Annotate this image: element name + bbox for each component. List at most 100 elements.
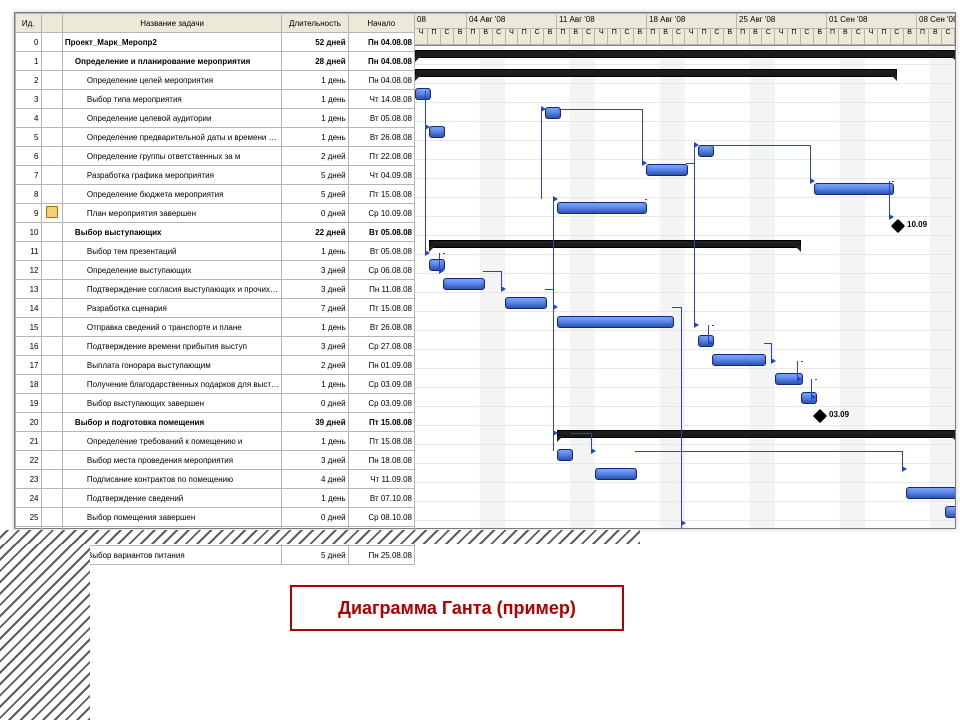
- gantt-summary-bar[interactable]: [415, 50, 955, 58]
- timeline-row[interactable]: [415, 502, 955, 521]
- table-row[interactable]: 22Выбор места проведения мероприятия3 дн…: [16, 451, 415, 470]
- gantt-milestone[interactable]: [813, 409, 827, 423]
- task-name: Подтверждение сведений: [62, 489, 281, 508]
- gantt-task-bar[interactable]: [712, 354, 766, 366]
- table-row[interactable]: 3Выбор типа мероприятия1 деньЧт 14.08.08: [16, 90, 415, 109]
- table-row[interactable]: 18Получение благодарственных подарков дл…: [16, 375, 415, 394]
- table-row[interactable]: 14Разработка сценария7 днейПт 15.08.08: [16, 299, 415, 318]
- table-row[interactable]: 7Разработка графика мероприятия5 днейЧт …: [16, 166, 415, 185]
- table-row[interactable]: 0Проект_Марк_Меропр252 днейПн 04.08.08: [16, 33, 415, 52]
- gantt-milestone[interactable]: [891, 219, 905, 233]
- task-start: Вт 26.08.08: [348, 128, 414, 147]
- gantt-task-bar[interactable]: [646, 164, 688, 176]
- timeline-body[interactable]: 10.09 03.09: [415, 46, 955, 528]
- timeline-day: П: [518, 29, 531, 45]
- table-row[interactable]: 19Выбор выступающих завершен0 днейСр 03.…: [16, 394, 415, 413]
- gantt-task-bar[interactable]: [945, 506, 955, 518]
- gantt-task-bar[interactable]: [814, 183, 894, 195]
- table-row[interactable]: 23Подписание контрактов по помещению4 дн…: [16, 470, 415, 489]
- table-row[interactable]: 1Определение и планирование мероприятия2…: [16, 52, 415, 71]
- gantt-task-bar[interactable]: [443, 278, 485, 290]
- timeline-row[interactable]: 03.09: [415, 407, 955, 426]
- col-indicator[interactable]: [41, 14, 62, 33]
- timeline-day: П: [737, 29, 750, 45]
- dependency-link: [889, 181, 890, 217]
- table-row[interactable]: 11Выбор тем презентаций1 деньВт 05.08.08: [16, 242, 415, 261]
- task-start: Ср 10.09.08: [348, 204, 414, 223]
- table-row[interactable]: 10Выбор выступающих22 днейВт 05.08.08: [16, 223, 415, 242]
- timeline-row[interactable]: [415, 141, 955, 160]
- timeline-row[interactable]: [415, 483, 955, 502]
- timeline-row[interactable]: 10.09: [415, 217, 955, 236]
- timeline-row[interactable]: [415, 65, 955, 84]
- gantt-summary-bar[interactable]: [415, 69, 897, 77]
- table-row[interactable]: 24Подтверждение сведений1 деньВт 07.10.0…: [16, 489, 415, 508]
- timeline-row[interactable]: [415, 388, 955, 407]
- gantt-task-bar[interactable]: [595, 468, 637, 480]
- timeline-row[interactable]: [415, 103, 955, 122]
- table-row[interactable]: 4Определение целевой аудитории1 деньВт 0…: [16, 109, 415, 128]
- timeline-day: П: [557, 29, 570, 45]
- timeline-row[interactable]: [415, 312, 955, 331]
- task-start: Пн 04.08.08: [348, 71, 414, 90]
- table-row[interactable]: 2Определение целей мероприятия1 деньПн 0…: [16, 71, 415, 90]
- col-name[interactable]: Название задачи: [62, 14, 281, 33]
- table-row[interactable]: 15Отправка сведений о транспорте и плане…: [16, 318, 415, 337]
- table-row[interactable]: 20Выбор и подготовка помещения39 днейПт …: [16, 413, 415, 432]
- table-row[interactable]: 17Выплата гонорара выступающим2 днейПн 0…: [16, 356, 415, 375]
- timeline-row[interactable]: [415, 236, 955, 255]
- table-row[interactable]: 16Подтверждение времени прибытия выступ3…: [16, 337, 415, 356]
- timeline-row[interactable]: [415, 160, 955, 179]
- table-row[interactable]: 9План мероприятия завершен0 днейСр 10.09…: [16, 204, 415, 223]
- timeline-row[interactable]: [415, 464, 955, 483]
- gantt-task-bar[interactable]: [505, 297, 547, 309]
- table-row[interactable]: 12Определение выступающих3 днейСр 06.08.…: [16, 261, 415, 280]
- timeline-row[interactable]: [415, 293, 955, 312]
- gantt-task-bar[interactable]: [698, 145, 714, 157]
- timeline-row[interactable]: [415, 198, 955, 217]
- gantt-task-bar[interactable]: [415, 88, 431, 100]
- timeline-day: С: [531, 29, 544, 45]
- task-header-row: Ид. Название задачи Длительность Начало: [16, 14, 415, 33]
- col-duration[interactable]: Длительность: [282, 14, 348, 33]
- gantt-summary-bar[interactable]: [557, 430, 955, 438]
- task-id: 19: [16, 394, 42, 413]
- timeline-day: С: [621, 29, 634, 45]
- timeline-day: С: [441, 29, 454, 45]
- table-row[interactable]: 8Определение бюджета мероприятия5 днейПт…: [16, 185, 415, 204]
- timeline-day: П: [647, 29, 660, 45]
- timeline-day: В: [814, 29, 827, 45]
- gantt-window: Ид. Название задачи Длительность Начало …: [14, 12, 956, 529]
- timeline-row[interactable]: [415, 426, 955, 445]
- timeline-row[interactable]: [415, 331, 955, 350]
- timeline-row[interactable]: [415, 84, 955, 103]
- timeline-row[interactable]: [415, 445, 955, 464]
- task-id: 10: [16, 223, 42, 242]
- timeline-day: В: [454, 29, 467, 45]
- table-row[interactable]: 5Определение предварительной даты и врем…: [16, 128, 415, 147]
- gantt-task-bar[interactable]: [557, 316, 674, 328]
- gantt-pane[interactable]: 0804 Авг '0811 Авг '0818 Авг '0825 Авг '…: [415, 13, 955, 528]
- col-id[interactable]: Ид.: [16, 14, 42, 33]
- gantt-task-bar[interactable]: [906, 487, 955, 499]
- col-start[interactable]: Начало: [348, 14, 414, 33]
- table-row[interactable]: 25Выбор помещения завершен0 днейСр 08.10…: [16, 508, 415, 527]
- task-duration: 3 дней: [282, 280, 348, 299]
- task-duration: 1 день: [282, 318, 348, 337]
- caption-box: Диаграмма Ганта (пример): [290, 585, 624, 631]
- timeline-row[interactable]: [415, 369, 955, 388]
- gantt-summary-bar[interactable]: [429, 240, 801, 248]
- task-name: Получение благодарственных подарков для …: [62, 375, 281, 394]
- timeline-row[interactable]: [415, 350, 955, 369]
- timeline-row[interactable]: [415, 274, 955, 293]
- timeline-row[interactable]: [415, 46, 955, 65]
- table-row[interactable]: 21Определение требований к помещению и1 …: [16, 432, 415, 451]
- timeline-row[interactable]: [415, 122, 955, 141]
- table-row[interactable]: 13Подтверждение согласия выступающих и п…: [16, 280, 415, 299]
- task-table[interactable]: Ид. Название задачи Длительность Начало …: [15, 13, 415, 565]
- gantt-task-bar[interactable]: [557, 202, 647, 214]
- table-row[interactable]: 6Определение группы ответственных за м2 …: [16, 147, 415, 166]
- gantt-task-bar[interactable]: [557, 449, 573, 461]
- timeline-row[interactable]: [415, 179, 955, 198]
- dependency-link: [559, 109, 642, 110]
